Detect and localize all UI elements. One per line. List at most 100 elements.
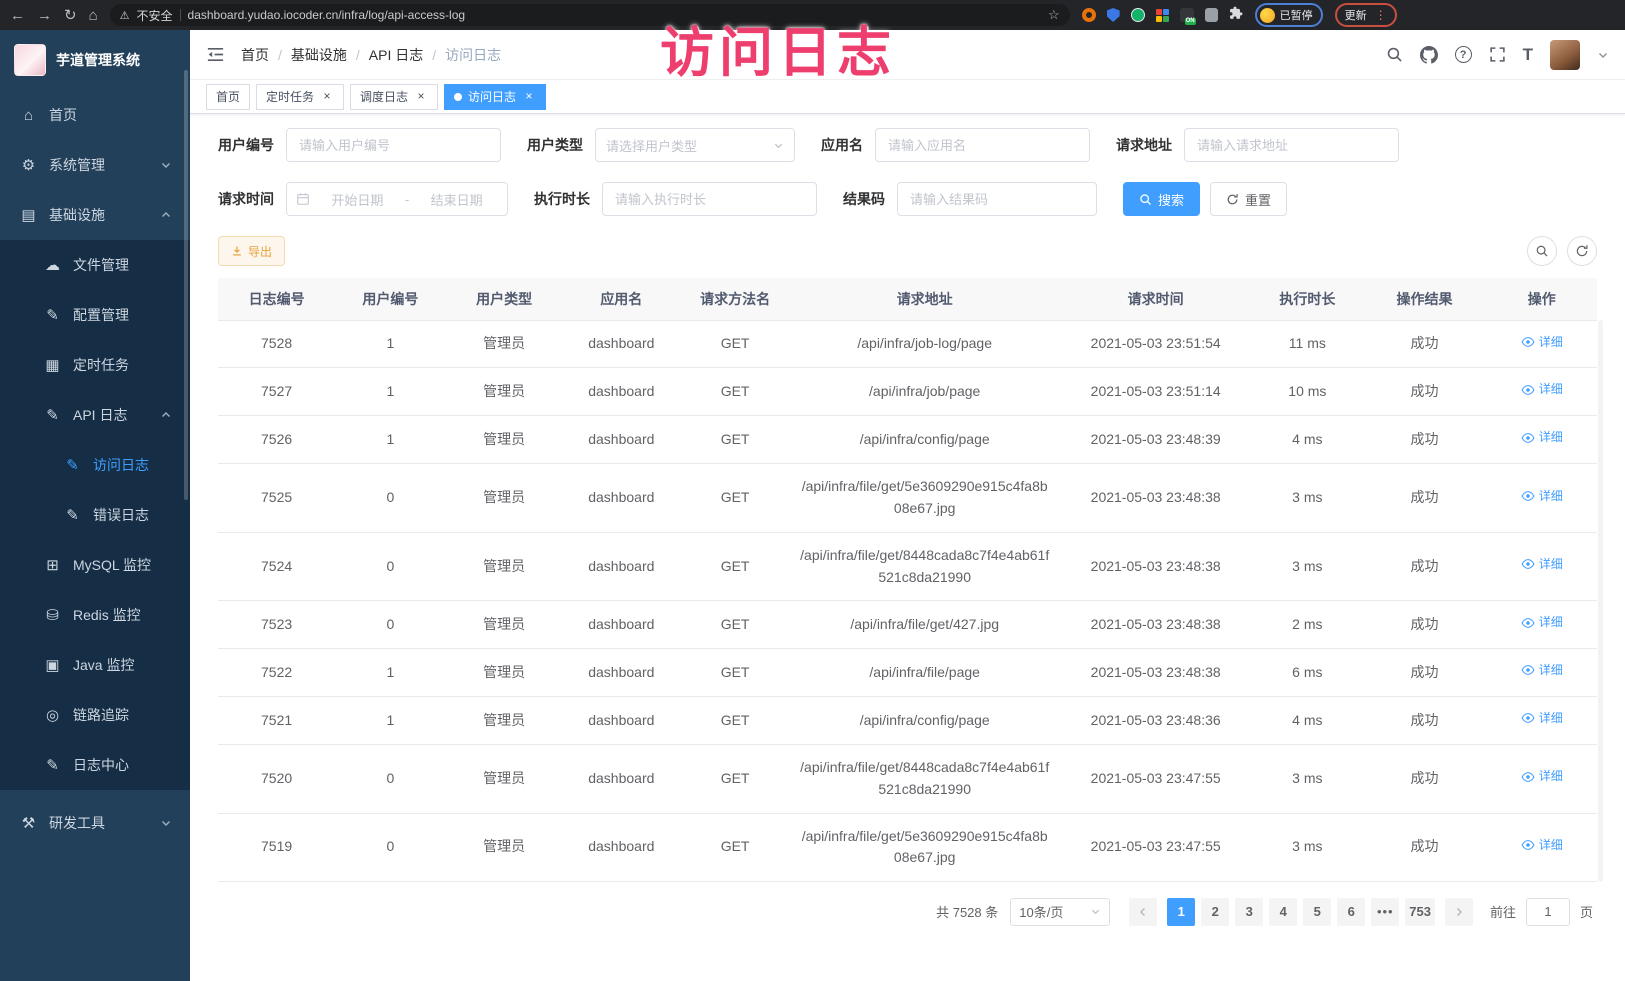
- request-time-range-picker[interactable]: 开始日期 - 结束日期: [286, 182, 508, 216]
- detail-link[interactable]: 详细: [1521, 380, 1563, 399]
- sidebar-item-home[interactable]: ⌂首页: [0, 90, 190, 140]
- pager-page-5[interactable]: 5: [1303, 898, 1331, 926]
- detail-link[interactable]: 详细: [1521, 836, 1563, 855]
- back-icon[interactable]: ←: [10, 8, 25, 23]
- extension-shield-icon[interactable]: [1107, 8, 1120, 22]
- detail-link[interactable]: 详细: [1521, 487, 1563, 506]
- detail-link[interactable]: 详细: [1521, 709, 1563, 728]
- tab-close-icon[interactable]: ×: [414, 90, 428, 104]
- cell-actions: 详细: [1487, 320, 1597, 368]
- detail-link[interactable]: 详细: [1521, 767, 1563, 786]
- tab-job-log[interactable]: 调度日志×: [350, 84, 438, 110]
- pager-more-button[interactable]: •••: [1371, 898, 1399, 926]
- extension-gray-icon[interactable]: [1205, 8, 1218, 22]
- detail-link[interactable]: 详细: [1521, 333, 1563, 352]
- security-label[interactable]: 不安全: [137, 7, 173, 24]
- address-divider: [180, 9, 181, 21]
- refresh-icon[interactable]: [1567, 236, 1597, 266]
- tab-home[interactable]: 首页: [206, 84, 250, 110]
- table-row: 75240管理员dashboardGET/api/infra/file/get/…: [218, 532, 1597, 600]
- breadcrumb-separator: /: [278, 47, 282, 63]
- pager-page-4[interactable]: 4: [1269, 898, 1297, 926]
- extensions-puzzle-icon[interactable]: [1229, 6, 1243, 25]
- forward-icon[interactable]: →: [37, 8, 52, 23]
- sidebar-item-access-log[interactable]: ✎访问日志: [0, 440, 190, 490]
- detail-link[interactable]: 详细: [1521, 661, 1563, 680]
- extension-colorful-icon[interactable]: [1156, 9, 1169, 22]
- sidebar-item-system-management[interactable]: ⚙系统管理: [0, 140, 190, 190]
- sidebar-item-infrastructure[interactable]: ▤基础设施: [0, 190, 190, 240]
- detail-link[interactable]: 详细: [1521, 428, 1563, 447]
- result-code-input[interactable]: [897, 182, 1097, 216]
- detail-link[interactable]: 详细: [1521, 613, 1563, 632]
- detail-link[interactable]: 详细: [1521, 555, 1563, 574]
- sidebar-item-error-log[interactable]: ✎错误日志: [0, 490, 190, 540]
- end-date-placeholder[interactable]: 结束日期: [415, 190, 498, 209]
- breadcrumb-item[interactable]: API 日志: [369, 45, 423, 65]
- chevron-down-icon[interactable]: [1597, 49, 1609, 61]
- table-scrollbar[interactable]: [1598, 320, 1603, 882]
- pager-next-button[interactable]: [1445, 898, 1473, 926]
- sidebar-item-dev-tools[interactable]: ⚒研发工具: [0, 798, 190, 848]
- font-size-icon[interactable]: T: [1523, 45, 1533, 65]
- hamburger-icon[interactable]: [206, 45, 225, 64]
- sidebar-item-mysql-monitor[interactable]: ⊞MySQL 监控: [0, 540, 190, 590]
- cell-duration: 2 ms: [1252, 601, 1362, 649]
- sidebar-item-log-center[interactable]: ✎日志中心: [0, 740, 190, 790]
- profile-paused-badge[interactable]: 已暂停: [1255, 3, 1323, 27]
- pager-pages: 123456•••753: [1164, 898, 1438, 926]
- docs-question-icon[interactable]: ?: [1455, 46, 1472, 63]
- table-header-row: 日志编号用户编号用户类型应用名请求方法名请求地址请求时间执行时长操作结果操作: [218, 278, 1597, 320]
- app-name-input[interactable]: [875, 128, 1090, 162]
- pager-page-6[interactable]: 6: [1337, 898, 1365, 926]
- update-button[interactable]: 更新 ⋮: [1335, 3, 1397, 27]
- sidebar-item-scheduled-jobs[interactable]: ▦定时任务: [0, 340, 190, 390]
- toggle-search-icon[interactable]: [1527, 236, 1557, 266]
- user-id-input[interactable]: [286, 128, 501, 162]
- sidebar-item-config-management[interactable]: ✎配置管理: [0, 290, 190, 340]
- fullscreen-icon[interactable]: [1489, 46, 1506, 63]
- tab-close-icon[interactable]: ×: [320, 90, 334, 104]
- page-size-select[interactable]: 10条/页: [1010, 898, 1110, 926]
- github-icon[interactable]: [1420, 46, 1438, 64]
- pager-page-1[interactable]: 1: [1167, 898, 1195, 926]
- extension-orange-icon[interactable]: [1082, 8, 1096, 22]
- sidebar-item-file-management[interactable]: ☁文件管理: [0, 240, 190, 290]
- extension-on-badge-icon[interactable]: ON: [1180, 8, 1194, 22]
- cell-app: dashboard: [563, 745, 680, 813]
- url-text[interactable]: dashboard.yudao.iocoder.cn/infra/log/api…: [188, 8, 1041, 22]
- request-url-input[interactable]: [1184, 128, 1399, 162]
- cell-user_id: 1: [335, 320, 445, 368]
- breadcrumb-item[interactable]: 基础设施: [291, 45, 347, 65]
- breadcrumb-item[interactable]: 首页: [241, 45, 269, 65]
- logo-row[interactable]: 芋道管理系统: [0, 30, 190, 90]
- start-date-placeholder[interactable]: 开始日期: [316, 190, 399, 209]
- browser-menu-icon[interactable]: ⋮: [1375, 8, 1387, 22]
- address-bar[interactable]: ⚠ 不安全 dashboard.yudao.iocoder.cn/infra/l…: [110, 4, 1070, 26]
- pager-prev-button[interactable]: [1129, 898, 1157, 926]
- reset-button[interactable]: 重置: [1210, 182, 1287, 216]
- sidebar-item-trace[interactable]: ◎链路追踪: [0, 690, 190, 740]
- reload-icon[interactable]: ↻: [64, 8, 77, 23]
- user-type-select[interactable]: 请选择用户类型: [595, 128, 795, 162]
- bookmark-star-icon[interactable]: ☆: [1048, 7, 1060, 23]
- sidebar-item-redis-monitor[interactable]: ⛁Redis 监控: [0, 590, 190, 640]
- tab-close-icon[interactable]: ×: [522, 90, 536, 104]
- sidebar-item-java-monitor[interactable]: ▣Java 监控: [0, 640, 190, 690]
- pager-page-3[interactable]: 3: [1235, 898, 1263, 926]
- pager-page-2[interactable]: 2: [1201, 898, 1229, 926]
- tab-job[interactable]: 定时任务×: [256, 84, 344, 110]
- search-icon[interactable]: [1386, 46, 1403, 63]
- duration-input[interactable]: [602, 182, 817, 216]
- user-avatar[interactable]: [1550, 40, 1580, 70]
- goto-page-input[interactable]: [1526, 898, 1570, 926]
- browser-home-icon[interactable]: ⌂: [89, 8, 98, 23]
- sidebar-item-api-log[interactable]: ✎API 日志: [0, 390, 190, 440]
- tab-api-access-log[interactable]: 访问日志×: [444, 84, 546, 110]
- cell-result: 成功: [1363, 368, 1487, 416]
- search-button[interactable]: 搜索: [1123, 182, 1200, 216]
- extension-green-icon[interactable]: [1131, 8, 1145, 22]
- pager-page-753[interactable]: 753: [1405, 898, 1435, 926]
- export-button[interactable]: 导出: [218, 236, 285, 266]
- table-row: 75190管理员dashboardGET/api/infra/file/get/…: [218, 813, 1597, 881]
